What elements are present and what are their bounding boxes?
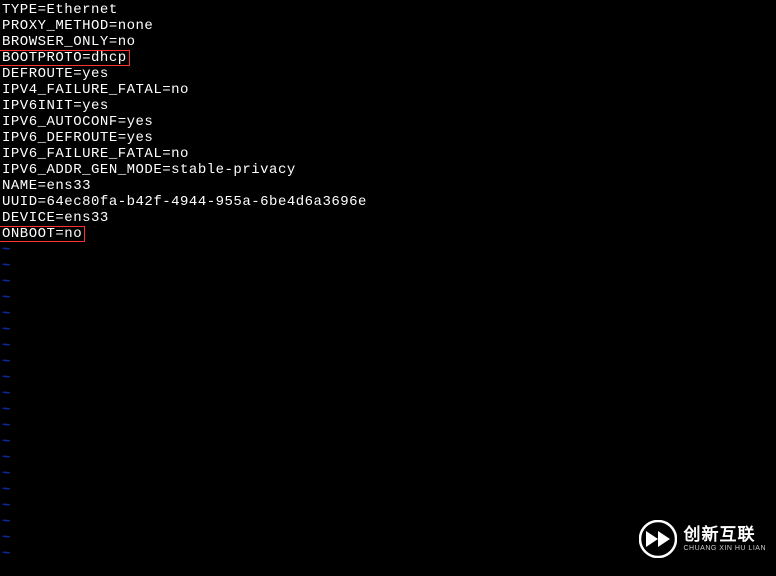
empty-line-marker: ~ (2, 322, 774, 338)
empty-line-marker: ~ (2, 274, 774, 290)
watermark-cn: 创新互联 (683, 526, 766, 543)
config-line[interactable]: BOOTPROTO=dhcp (2, 50, 774, 66)
empty-line-marker: ~ (2, 370, 774, 386)
empty-line-marker: ~ (2, 338, 774, 354)
empty-line-marker: ~ (2, 466, 774, 482)
config-line[interactable]: DEFROUTE=yes (2, 66, 774, 82)
config-line[interactable]: IPV6_FAILURE_FATAL=no (2, 146, 774, 162)
watermark-en: CHUANG XIN HU LIAN (683, 545, 766, 552)
empty-line-marker: ~ (2, 434, 774, 450)
empty-line-marker: ~ (2, 306, 774, 322)
empty-line-marker: ~ (2, 402, 774, 418)
empty-line-marker: ~ (2, 482, 774, 498)
empty-line-marker: ~ (2, 354, 774, 370)
config-line[interactable]: PROXY_METHOD=none (2, 18, 774, 34)
config-line[interactable]: BROWSER_ONLY=no (2, 34, 774, 50)
highlighted-config-line[interactable]: BOOTPROTO=dhcp (0, 50, 130, 66)
config-line[interactable]: IPV4_FAILURE_FATAL=no (2, 82, 774, 98)
empty-line-marker: ~ (2, 418, 774, 434)
watermark-text: 创新互联 CHUANG XIN HU LIAN (683, 526, 766, 552)
config-line[interactable]: ONBOOT=no (2, 226, 774, 242)
config-line[interactable]: TYPE=Ethernet (2, 2, 774, 18)
terminal-editor[interactable]: TYPE=EthernetPROXY_METHOD=noneBROWSER_ON… (0, 0, 776, 564)
empty-line-marker: ~ (2, 450, 774, 466)
config-line[interactable]: IPV6_DEFROUTE=yes (2, 130, 774, 146)
config-line[interactable]: IPV6_ADDR_GEN_MODE=stable-privacy (2, 162, 774, 178)
config-line[interactable]: IPV6_AUTOCONF=yes (2, 114, 774, 130)
empty-line-marker: ~ (2, 498, 774, 514)
watermark: 创新互联 CHUANG XIN HU LIAN (639, 520, 766, 558)
empty-line-marker: ~ (2, 242, 774, 258)
config-line[interactable]: NAME=ens33 (2, 178, 774, 194)
config-line[interactable]: UUID=64ec80fa-b42f-4944-955a-6be4d6a3696… (2, 194, 774, 210)
config-line[interactable]: DEVICE=ens33 (2, 210, 774, 226)
highlighted-config-line[interactable]: ONBOOT=no (0, 226, 85, 242)
config-line[interactable]: IPV6INIT=yes (2, 98, 774, 114)
watermark-logo-icon (639, 520, 677, 558)
empty-line-marker: ~ (2, 386, 774, 402)
empty-line-marker: ~ (2, 290, 774, 306)
empty-line-marker: ~ (2, 258, 774, 274)
